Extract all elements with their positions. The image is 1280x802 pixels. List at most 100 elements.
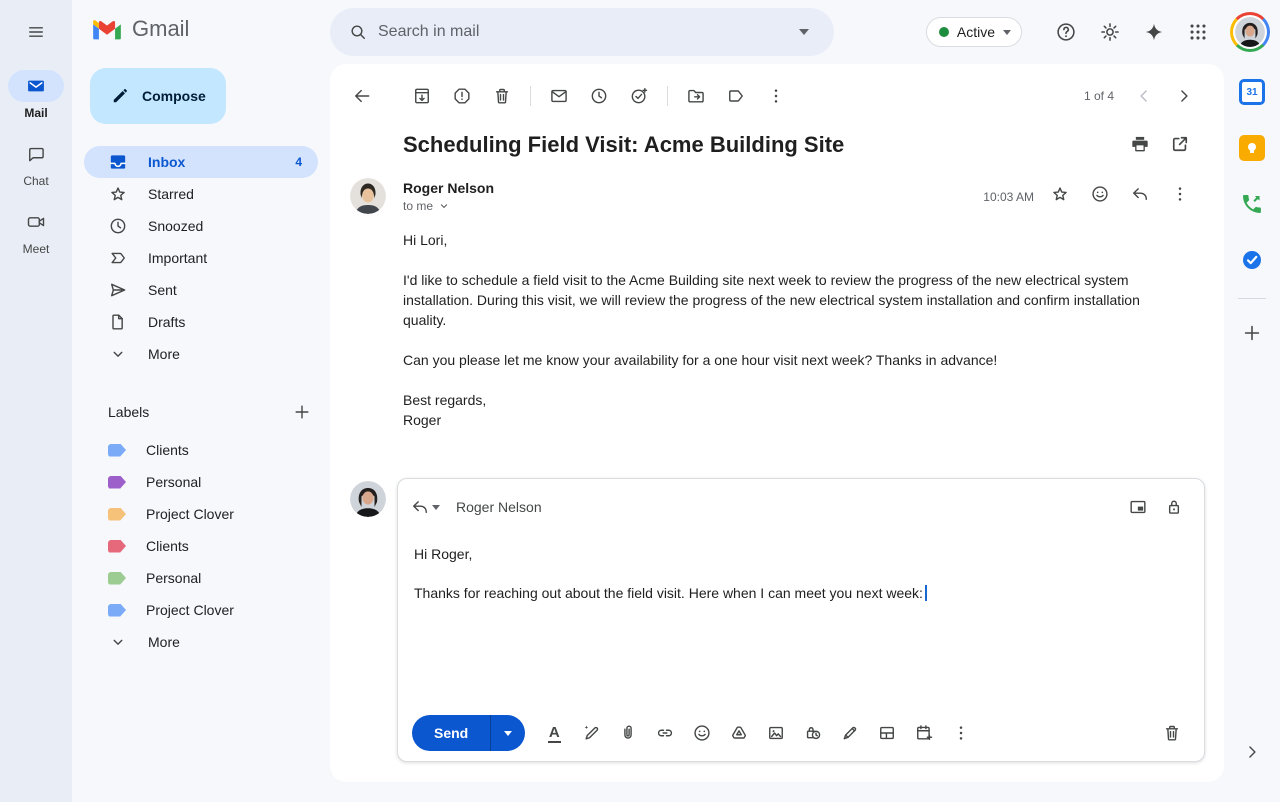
get-addons-button[interactable] bbox=[1232, 313, 1272, 353]
settings-button[interactable] bbox=[1090, 12, 1130, 52]
body-paragraph: I'd like to schedule a field visit to th… bbox=[403, 270, 1163, 330]
label-name: Project Clover bbox=[146, 602, 302, 618]
google-apps-button[interactable] bbox=[1178, 12, 1218, 52]
rail-item-chat[interactable]: Chat bbox=[8, 138, 64, 188]
account-avatar-button[interactable] bbox=[1230, 12, 1270, 52]
message-body: Hi Lori, I'd like to schedule a field vi… bbox=[403, 230, 1163, 430]
status-selector[interactable]: Active bbox=[926, 17, 1022, 47]
label-item[interactable]: Personal bbox=[84, 562, 318, 594]
emoji-reaction-button[interactable] bbox=[1080, 174, 1120, 214]
search-button[interactable] bbox=[338, 12, 378, 52]
sidebar-item-label: More bbox=[148, 346, 302, 362]
sidebar-item-snoozed[interactable]: Snoozed bbox=[84, 210, 318, 242]
support-button[interactable] bbox=[1046, 12, 1086, 52]
composer-box[interactable]: Roger Nelson Hi Roger, Thanks for reachi… bbox=[397, 478, 1205, 762]
rail-item-meet[interactable]: Meet bbox=[8, 206, 64, 256]
calendar-app-button[interactable]: 31 bbox=[1232, 72, 1272, 112]
main-menu-button[interactable] bbox=[16, 12, 56, 52]
composer-recipient[interactable]: Roger Nelson bbox=[456, 499, 542, 515]
labels-more-item[interactable]: More bbox=[84, 626, 318, 658]
more-actions-button[interactable] bbox=[756, 76, 796, 116]
move-to-button[interactable] bbox=[676, 76, 716, 116]
keep-app-button[interactable] bbox=[1232, 128, 1272, 168]
search-input[interactable] bbox=[378, 23, 784, 41]
back-button[interactable] bbox=[342, 76, 382, 116]
sidebar-item-important[interactable]: Important bbox=[84, 242, 318, 274]
hamburger-icon bbox=[26, 22, 46, 42]
insert-link-button[interactable] bbox=[647, 715, 683, 751]
insert-signature-button[interactable] bbox=[832, 715, 868, 751]
sender-avatar[interactable] bbox=[350, 178, 386, 214]
layouts-button[interactable] bbox=[869, 715, 905, 751]
composer-more-button[interactable] bbox=[943, 715, 979, 751]
delete-button[interactable] bbox=[482, 76, 522, 116]
envelope-icon bbox=[549, 86, 569, 106]
chevron-right-icon bbox=[1242, 742, 1262, 762]
compose-button[interactable]: Compose bbox=[90, 68, 226, 124]
older-button[interactable] bbox=[1164, 76, 1204, 116]
mark-unread-button[interactable] bbox=[539, 76, 579, 116]
reply-button[interactable] bbox=[1120, 174, 1160, 214]
gemini-button[interactable] bbox=[1134, 12, 1174, 52]
formatting-options-button[interactable]: A bbox=[536, 715, 572, 751]
popout-reply-button[interactable] bbox=[1120, 489, 1156, 525]
reply-type-selector[interactable] bbox=[404, 491, 446, 523]
help-me-write-button[interactable] bbox=[573, 715, 609, 751]
gmail-brand[interactable]: Gmail bbox=[92, 16, 189, 42]
star-message-button[interactable] bbox=[1040, 174, 1080, 214]
archive-button[interactable] bbox=[402, 76, 442, 116]
rail-item-mail[interactable]: Mail bbox=[8, 70, 64, 120]
insert-from-drive-button[interactable] bbox=[721, 715, 757, 751]
print-button[interactable] bbox=[1120, 124, 1160, 164]
insert-emoji-button[interactable] bbox=[684, 715, 720, 751]
sidebar-item-sent[interactable]: Sent bbox=[84, 274, 318, 306]
label-name: Personal bbox=[146, 570, 302, 586]
sidebar-item-inbox[interactable]: Inbox 4 bbox=[84, 146, 318, 178]
label-item[interactable]: Personal bbox=[84, 466, 318, 498]
create-label-button[interactable] bbox=[286, 396, 318, 428]
email-message: Roger Nelson to me 10:03 AM bbox=[350, 178, 1200, 430]
sidebar-item-drafts[interactable]: Drafts bbox=[84, 306, 318, 338]
reply-icon bbox=[1130, 184, 1150, 204]
recipient-details-toggle[interactable]: to me bbox=[403, 199, 494, 213]
insert-photo-button[interactable] bbox=[758, 715, 794, 751]
search-options-button[interactable] bbox=[784, 12, 824, 52]
label-item[interactable]: Clients bbox=[84, 434, 318, 466]
sidebar-item-starred[interactable]: Starred bbox=[84, 178, 318, 210]
snooze-button[interactable] bbox=[579, 76, 619, 116]
label-item[interactable]: Project Clover bbox=[84, 498, 318, 530]
star-icon bbox=[108, 184, 128, 204]
open-in-new-button[interactable] bbox=[1160, 124, 1200, 164]
body-paragraph: Best regards, bbox=[403, 390, 1163, 410]
apps-grid-icon bbox=[1187, 21, 1209, 43]
labels-button[interactable] bbox=[716, 76, 756, 116]
send-options-button[interactable] bbox=[490, 715, 525, 751]
back-arrow-icon bbox=[352, 86, 372, 106]
propose-meeting-time-button[interactable] bbox=[906, 715, 942, 751]
label-name: Clients bbox=[146, 538, 302, 554]
confidential-mode-button[interactable] bbox=[795, 715, 831, 751]
newer-button[interactable] bbox=[1124, 76, 1164, 116]
voice-app-button[interactable] bbox=[1232, 184, 1272, 224]
label-item[interactable]: Project Clover bbox=[84, 594, 318, 626]
label-item[interactable]: Clients bbox=[84, 530, 318, 562]
composer-body[interactable]: Hi Roger, Thanks for reaching out about … bbox=[398, 525, 1204, 603]
label-tag-icon bbox=[108, 572, 126, 585]
tasks-app-button[interactable] bbox=[1232, 240, 1272, 280]
draft-file-icon bbox=[108, 312, 128, 332]
sidebar-item-more[interactable]: More bbox=[84, 338, 318, 370]
attach-files-button[interactable] bbox=[610, 715, 646, 751]
collapse-side-panel-button[interactable] bbox=[1232, 732, 1272, 772]
discard-draft-button[interactable] bbox=[1154, 715, 1190, 751]
search-bar[interactable] bbox=[330, 8, 834, 56]
label-tag-icon bbox=[726, 86, 746, 106]
label-tag-icon bbox=[108, 444, 126, 457]
add-to-tasks-button[interactable] bbox=[619, 76, 659, 116]
body-paragraph: Hi Lori, bbox=[403, 230, 1163, 250]
security-lock-button[interactable] bbox=[1156, 489, 1192, 525]
message-timestamp: 10:03 AM bbox=[983, 190, 1034, 204]
message-more-button[interactable] bbox=[1160, 174, 1200, 214]
label-tag-icon bbox=[108, 476, 126, 489]
send-button[interactable]: Send bbox=[412, 715, 490, 751]
report-spam-button[interactable] bbox=[442, 76, 482, 116]
